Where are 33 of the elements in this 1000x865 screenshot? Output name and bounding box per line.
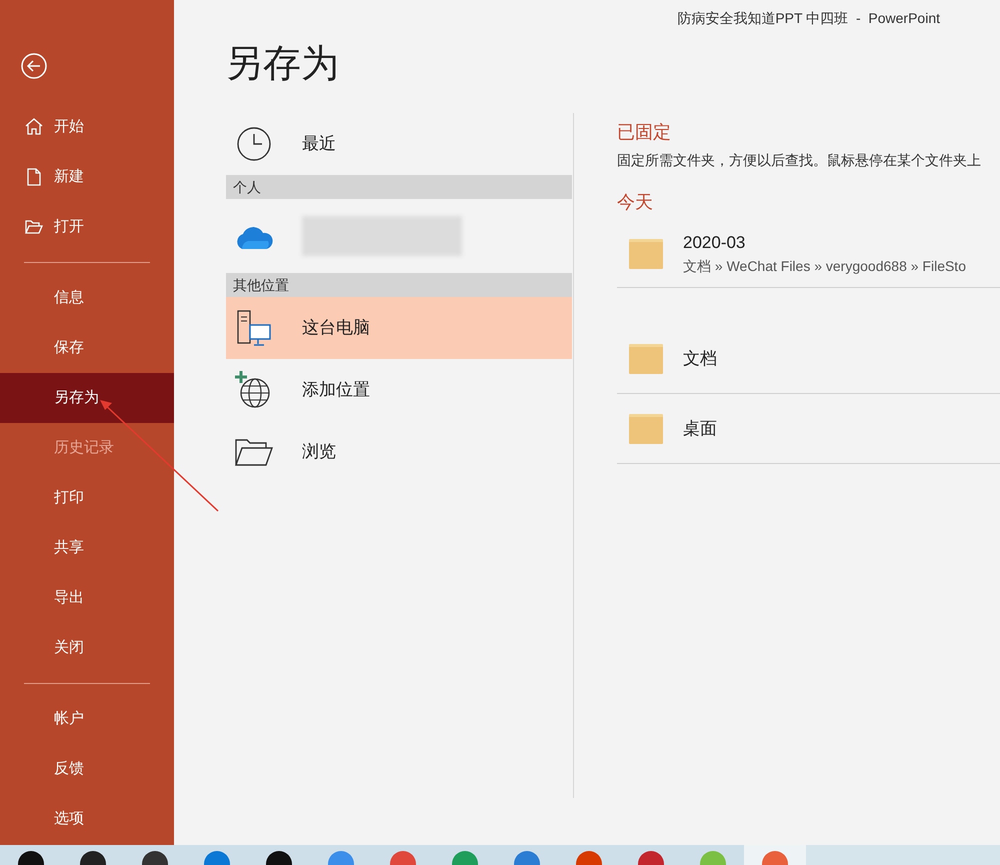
sidebar-item[interactable]: 选项 — [0, 794, 174, 844]
sidebar-item[interactable]: 保存 — [0, 323, 174, 373]
sidebar-item[interactable]: 关闭 — [0, 623, 174, 673]
sidebar-item[interactable]: 共享 — [0, 523, 174, 573]
section-heading: 已固定 — [617, 121, 672, 144]
folder-icon — [629, 344, 663, 374]
location-item[interactable]: 最近 — [226, 113, 572, 175]
page-title: 另存为 — [225, 43, 339, 85]
folder-item[interactable]: 2020-03 文档 » WeChat Files » verygood688 » FileSto — [617, 220, 1000, 288]
section-heading: 其他位置 — [226, 273, 572, 297]
folder-item[interactable]: 桌面 — [617, 394, 1000, 464]
section-heading: 今天 — [617, 191, 654, 214]
sidebar-item[interactable]: 开始 — [0, 102, 174, 152]
folder-icon — [629, 238, 663, 268]
folder-item[interactable]: 文档 — [617, 324, 1000, 394]
folder-icon — [629, 414, 663, 444]
window-title: 防病安全我知道PPT 中四班 - PowerPoint — [677, 8, 940, 28]
location-item[interactable]: 添加位置 — [226, 359, 572, 421]
back-icon[interactable] — [20, 52, 48, 80]
sidebar-item[interactable]: 反馈 — [0, 744, 174, 794]
sidebar-item[interactable]: 打印 — [0, 473, 174, 523]
sidebar-item[interactable]: 帐户 — [0, 694, 174, 744]
section-heading: 个人 — [226, 175, 572, 199]
description-text: 固定所需文件夹，方便以后查找。鼠标悬停在某个文件夹上 — [617, 151, 982, 170]
location-item[interactable]: 这台电脑 — [226, 297, 572, 359]
home-icon — [24, 117, 44, 137]
sidebar-item[interactable]: 新建 — [0, 152, 174, 202]
sidebar-item[interactable]: 信息 — [0, 273, 174, 323]
sidebar-item[interactable]: 导出 — [0, 573, 174, 623]
taskbar-button[interactable] — [0, 845, 62, 865]
sidebar-item[interactable]: 打开 — [0, 202, 174, 252]
sidebar-item[interactable]: 另存为 — [0, 373, 174, 423]
location-item[interactable]: 浏览 — [226, 421, 572, 483]
